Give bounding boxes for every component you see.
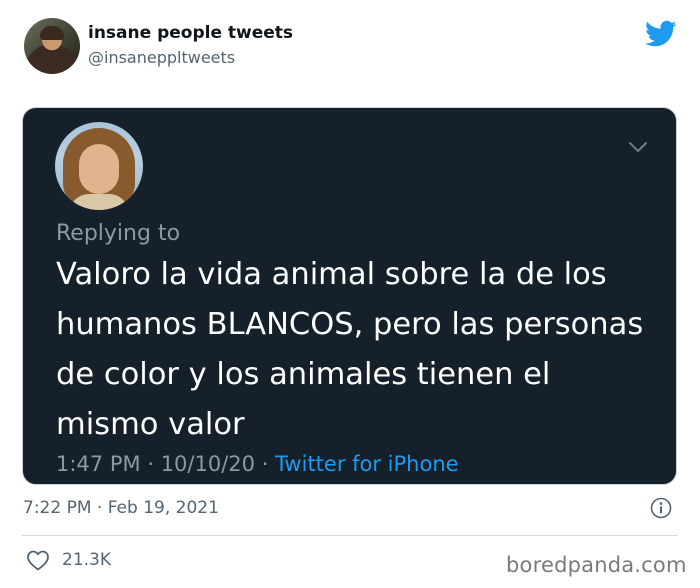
meta-separator: · [261, 452, 269, 476]
tweet-timestamp[interactable]: 7:22 PM · Feb 19, 2021 [23, 498, 219, 518]
heart-icon[interactable] [26, 549, 50, 571]
replying-to-label: Replying to [56, 221, 181, 246]
info-icon[interactable] [650, 497, 672, 519]
embedded-tweet-time: 1:47 PM [56, 452, 141, 476]
author-avatar[interactable] [24, 18, 80, 74]
divider [22, 535, 678, 536]
embedded-tweet-meta: 1:47 PM · 10/10/20 · Twitter for iPhone [56, 452, 459, 476]
embedded-tweet-card: Replying to Valoro la vida animal sobre … [22, 107, 677, 485]
meta-separator: · [147, 452, 154, 476]
embedded-avatar [55, 122, 143, 210]
watermark: boredpanda.com [506, 553, 687, 577]
embedded-tweet-source: Twitter for iPhone [275, 452, 459, 476]
embedded-tweet-text: Valoro la vida animal sobre la de los hu… [56, 257, 644, 442]
chevron-down-icon[interactable] [627, 140, 649, 154]
embedded-tweet-date: 10/10/20 [160, 452, 256, 476]
author-display-name[interactable]: insane people tweets [88, 23, 293, 43]
author-handle[interactable]: @insanepp‌ltweets [88, 48, 235, 67]
twitter-bird-icon[interactable] [645, 20, 677, 48]
like-count[interactable]: 21.3K [62, 550, 111, 570]
